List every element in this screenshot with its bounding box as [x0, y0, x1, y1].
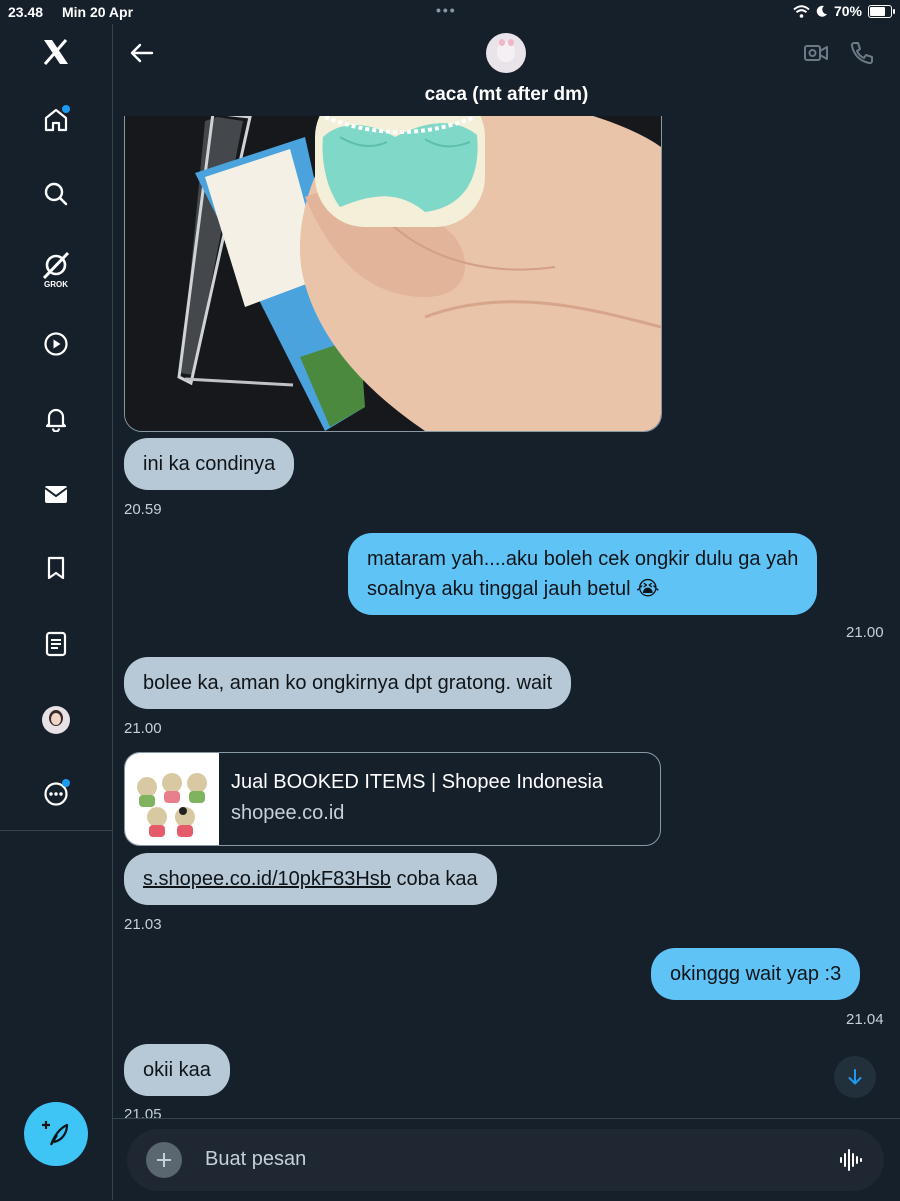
- list-icon[interactable]: [36, 624, 76, 664]
- battery-percent: 70%: [833, 3, 862, 19]
- phone-icon: [850, 42, 873, 65]
- message-bubble-incoming[interactable]: ini ka condinya: [124, 438, 295, 490]
- moon-icon: [816, 5, 827, 17]
- search-icon[interactable]: [36, 174, 76, 214]
- image-attachment[interactable]: [124, 116, 662, 432]
- x-logo-icon[interactable]: [36, 32, 76, 72]
- battery-icon: [868, 4, 895, 18]
- sidebar: GROK: [0, 24, 113, 1200]
- arrow-left-icon: [130, 43, 154, 63]
- message-input[interactable]: Buat pesan: [205, 1148, 306, 1171]
- photo-image: [125, 116, 661, 431]
- message-timestamp: 21.05: [124, 1106, 162, 1118]
- link-title[interactable]: Jual BOOKED ITEMS | Shopee Indonesia: [231, 771, 603, 794]
- link-thumbnail: [125, 753, 219, 845]
- message-bubble-incoming[interactable]: s.shopee.co.id/10pkF83Hsb coba kaa: [124, 853, 497, 905]
- composer-bar: Buat pesan: [113, 1118, 900, 1201]
- arrow-down-icon: [848, 1069, 862, 1085]
- video-call-button[interactable]: [803, 40, 829, 71]
- message-bubble-outgoing[interactable]: okinggg wait yap :3: [651, 948, 861, 1000]
- envelope-icon[interactable]: [36, 474, 76, 514]
- contact-avatar[interactable]: [486, 33, 526, 73]
- add-attachment-button[interactable]: [146, 1142, 182, 1178]
- message-bubble-incoming[interactable]: bolee ka, aman ko ongkirnya dpt gratong.…: [124, 657, 572, 709]
- status-time: 23.48: [8, 4, 44, 20]
- message-timestamp: 21.04: [846, 1011, 884, 1028]
- bell-icon[interactable]: [36, 398, 76, 438]
- compose-button[interactable]: [24, 1102, 88, 1166]
- home-icon[interactable]: [36, 100, 76, 140]
- message-composer[interactable]: Buat pesan: [127, 1129, 884, 1191]
- feather-plus-icon: [42, 1121, 69, 1146]
- status-right: 70%: [793, 3, 895, 19]
- audio-wave-icon: [840, 1149, 862, 1171]
- message-bubble-incoming[interactable]: okii kaa: [124, 1044, 230, 1096]
- message-bubble-outgoing[interactable]: mataram yah....aku boleh cek ongkir dulu…: [348, 533, 818, 615]
- scroll-to-bottom-button[interactable]: [834, 1056, 876, 1098]
- message-timestamp: 21.00: [846, 624, 884, 641]
- multitask-dots[interactable]: •••: [436, 2, 457, 18]
- conversation-header: caca (mt after dm): [113, 24, 900, 116]
- home-badge: [62, 105, 70, 113]
- play-icon[interactable]: [36, 324, 76, 364]
- sidebar-divider: [0, 830, 112, 831]
- message-timestamp: 21.00: [124, 720, 162, 737]
- wifi-icon: [793, 4, 810, 18]
- link-domain: shopee.co.id: [231, 802, 345, 824]
- plus-icon: [157, 1153, 171, 1167]
- video-camera-icon: [804, 45, 828, 61]
- more-badge: [62, 779, 70, 787]
- link-preview-card[interactable]: Jual BOOKED ITEMS | Shopee Indonesia sho…: [124, 752, 661, 846]
- status-date: Min 20 Apr: [62, 4, 134, 20]
- message-timestamp: 20.59: [124, 501, 162, 518]
- message-link[interactable]: s.shopee.co.id/10pkF83Hsb: [143, 868, 391, 890]
- message-line: soalnya aku tinggal jauh betul 😭: [367, 578, 660, 600]
- more-icon[interactable]: [36, 774, 76, 814]
- message-timestamp: 21.03: [124, 916, 162, 933]
- voice-message-button[interactable]: [838, 1147, 864, 1178]
- voice-call-button[interactable]: [849, 40, 875, 71]
- grok-icon[interactable]: GROK: [36, 246, 76, 294]
- back-button[interactable]: [127, 38, 157, 73]
- avatar-icon[interactable]: [36, 700, 76, 740]
- message-line: mataram yah....aku boleh cek ongkir dulu…: [367, 548, 799, 570]
- message-text: coba kaa: [390, 868, 478, 890]
- message-thread[interactable]: ini ka condinya 20.59 mataram yah....aku…: [113, 116, 900, 1118]
- grok-label: GROK: [44, 280, 68, 289]
- contact-name[interactable]: caca (mt after dm): [113, 84, 900, 106]
- status-bar: 23.48 Min 20 Apr ••• 70%: [0, 0, 900, 24]
- bookmark-icon[interactable]: [36, 548, 76, 588]
